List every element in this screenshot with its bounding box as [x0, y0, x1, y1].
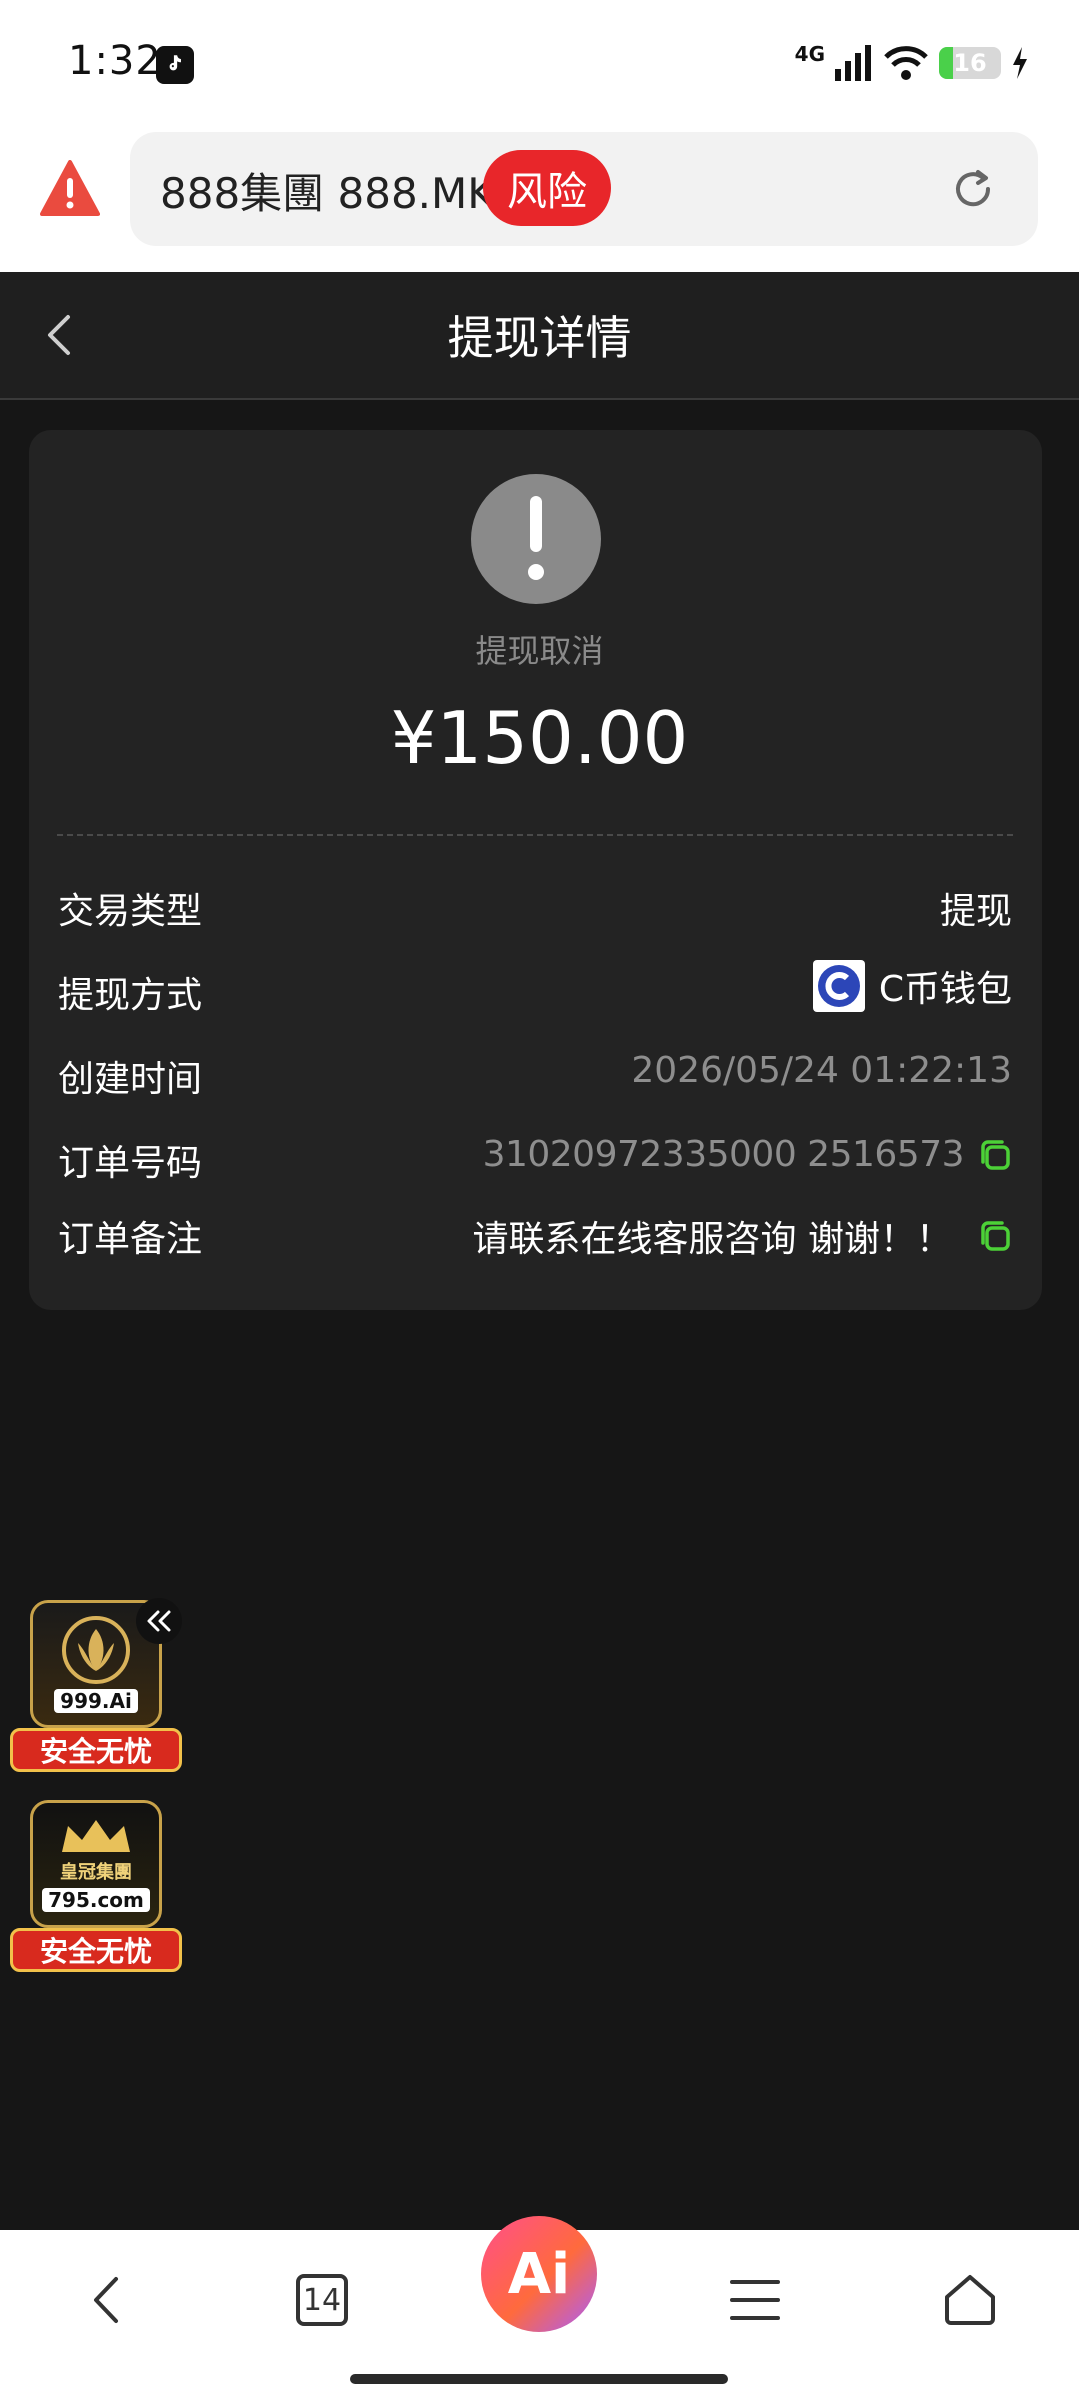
order-number-text: 31020972335000 2516573 [482, 1134, 965, 1175]
transaction-type-text: 提现 [939, 891, 1012, 932]
ad-logo: 皇冠集團 795.com [30, 1800, 162, 1928]
ad-caption: 795.com [42, 1888, 150, 1912]
chevron-left-icon [94, 2277, 118, 2323]
charging-icon [1013, 47, 1027, 79]
value-order-note: 请联系在线客服咨询 谢谢！！ [473, 1210, 1012, 1262]
value-withdraw-method: C币钱包 [812, 960, 1012, 1012]
collapse-ads-button[interactable] [136, 1598, 182, 1644]
menu-button[interactable] [715, 2260, 795, 2340]
copy-icon[interactable] [978, 1138, 1012, 1172]
ad-ribbon: 安全无忧 [10, 1728, 182, 1772]
created-time-text: 2026/05/24 01:22:13 [631, 1050, 1012, 1091]
status-time: 1:32 [68, 38, 162, 84]
alert-icon [471, 474, 601, 604]
tabs-button[interactable]: 14 [282, 2260, 362, 2340]
signal-icon [835, 45, 871, 81]
network-label: 4G [794, 42, 825, 66]
warning-icon[interactable] [40, 160, 100, 216]
label-order-note: 订单备注 [58, 1219, 203, 1260]
copy-icon[interactable] [978, 1219, 1012, 1253]
home-icon [945, 2275, 995, 2325]
label-transaction-type: 交易类型 [58, 891, 203, 932]
ad-caption: 999.Ai [54, 1689, 138, 1713]
value-transaction-type: 提现 [940, 882, 1012, 934]
page-title: 提现详情 [447, 311, 632, 365]
status-icons: 4G 16 [795, 38, 1029, 88]
double-chevron-left-icon [147, 1610, 171, 1632]
label-created-time: 创建时间 [58, 1059, 203, 1100]
order-note-text: 请联系在线客服咨询 谢谢！！ [472, 1219, 952, 1260]
battery-level: 16 [953, 49, 987, 77]
tab-count: 14 [296, 2274, 348, 2326]
value-created-time: 2026/05/24 01:22:13 [631, 1050, 1012, 1091]
url-text[interactable]: 888集團 888.MK [160, 160, 495, 221]
withdraw-status: 提现取消 [475, 632, 604, 670]
ad-ribbon: 安全无忧 [10, 1928, 182, 1972]
menu-icon [730, 2280, 780, 2320]
ad-brand-name: 皇冠集團 [60, 1862, 132, 1883]
withdraw-method-text: C币钱包 [878, 969, 1012, 1010]
nav-back-button[interactable] [66, 2260, 146, 2340]
c-coin-wallet-icon [812, 960, 865, 1012]
wifi-icon [884, 46, 928, 80]
battery-indicator: 16 [939, 47, 1001, 79]
label-withdraw-method: 提现方式 [58, 975, 203, 1016]
home-indicator [350, 2374, 728, 2384]
crown-logo-icon [62, 1820, 130, 1852]
floating-ad-795[interactable]: 皇冠集團 795.com 安全无忧 [10, 1800, 182, 1972]
home-button[interactable] [930, 2260, 1010, 2340]
lotus-logo-icon [62, 1616, 130, 1684]
tiktok-icon [156, 46, 194, 84]
divider [57, 834, 1013, 836]
withdraw-amount: ¥150.00 [390, 696, 689, 780]
reload-icon[interactable] [950, 166, 996, 212]
value-order-number: 31020972335000 2516573 [483, 1134, 1012, 1175]
risk-badge: 风险 [483, 150, 611, 226]
ai-assistant-button[interactable]: Ai [481, 2216, 597, 2332]
label-order-number: 订单号码 [58, 1143, 203, 1184]
